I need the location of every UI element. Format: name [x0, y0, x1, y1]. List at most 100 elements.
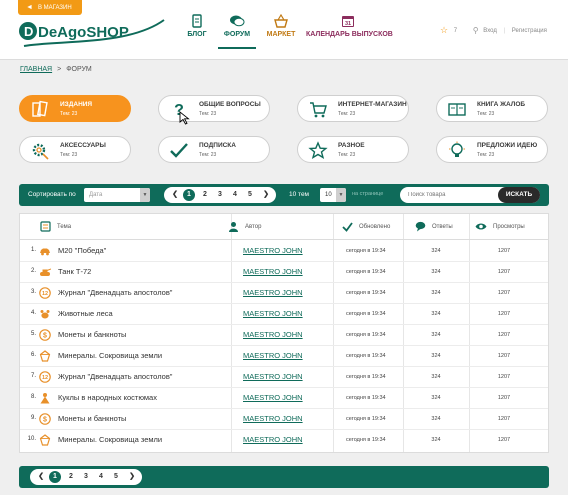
topic-title[interactable]: Монеты и банкноты [58, 414, 126, 423]
page-5[interactable]: 5 [109, 469, 123, 485]
updated-time: сегодня в 19:34 [346, 269, 386, 275]
page-3[interactable]: 3 [79, 469, 93, 485]
table-row[interactable]: 4. Животные леса MAESTRO JOHN сегодня в … [20, 304, 548, 325]
nav-blog[interactable]: БЛОГ [186, 14, 208, 38]
table-row[interactable]: 3. 12 Журнал "Двенадцать апостолов" MAES… [20, 283, 548, 304]
table-row[interactable]: 5. $ Монеты и банкноты MAESTRO JOHN сего… [20, 325, 548, 346]
answers-count: 324 [431, 290, 441, 296]
answers-count: 324 [431, 353, 441, 359]
views-count: 1207 [497, 311, 511, 317]
to-store-link[interactable]: ◄ В МАГАЗИН [18, 0, 82, 15]
category-card-general-questions[interactable]: ? ОБЩИЕ ВОПРОСЫ Тем: 23 [158, 95, 270, 125]
page-4[interactable]: 4 [94, 469, 108, 485]
register-link[interactable]: Регистрация [512, 28, 547, 34]
category-card-subscription[interactable]: ПОДПИСКА Тем: 23 [158, 136, 270, 163]
answers-count: 324 [431, 374, 441, 380]
category-card-online-store[interactable]: ИНТЕРНЕТ-МАГАЗИН Тем: 23 [297, 95, 409, 122]
topic-title[interactable]: Минералы. Сокровища земли [58, 435, 162, 444]
column-header-topic[interactable]: Тема [38, 214, 218, 240]
bottom-pagination: ❮ 1 2 3 4 5 ❯ [30, 469, 142, 485]
page-3[interactable]: 3 [213, 187, 227, 203]
author-link[interactable]: MAESTRO JOHN [243, 288, 303, 297]
page-1[interactable]: 1 [49, 471, 61, 483]
next-page-icon[interactable]: ❯ [259, 187, 273, 203]
sort-select[interactable]: Дата ▼ [84, 188, 150, 202]
author-link[interactable]: MAESTRO JOHN [243, 435, 303, 444]
page-4[interactable]: 4 [228, 187, 242, 203]
author-link[interactable]: MAESTRO JOHN [243, 246, 303, 255]
twelve-badge-icon: 12 [39, 371, 51, 383]
table-row[interactable]: 7. 12 Журнал "Двенадцать апостолов" MAES… [20, 367, 548, 388]
topic-title[interactable]: Журнал "Двенадцать апостолов" [58, 288, 172, 297]
favorites-star-icon[interactable]: ☆ [440, 25, 448, 36]
basket-icon [274, 14, 288, 28]
top-pagination: ❮ 1 2 3 4 5 ❯ [164, 187, 276, 203]
topic-title[interactable]: Монеты и банкноты [58, 330, 126, 339]
table-row[interactable]: 10. Минералы. Сокровища земли MAESTRO JO… [20, 430, 548, 451]
next-page-icon[interactable]: ❯ [125, 469, 139, 485]
category-card-suggest-idea[interactable]: ПРЕДЛОЖИ ИДЕЮ Тем: 23 [436, 136, 548, 163]
author-link[interactable]: MAESTRO JOHN [243, 351, 303, 360]
answers-count: 324 [431, 332, 441, 338]
user-icon: ⚲ [472, 26, 479, 35]
mineral-icon [39, 350, 51, 362]
topic-title[interactable]: М20 "Победа" [58, 246, 106, 255]
prev-page-icon[interactable]: ❮ [34, 469, 48, 485]
topic-title[interactable]: Танк Т-72 [58, 267, 91, 276]
category-card-complaints-book[interactable]: КНИГА ЖАЛОБ Тем: 23 [436, 95, 548, 122]
forum-toolbar: Сортировать по Дата ▼ ❮ 1 2 3 4 5 ❯ 10 т… [19, 184, 549, 206]
views-count: 1207 [497, 374, 511, 380]
nav-market[interactable]: МАРКЕТ [266, 14, 296, 38]
author-link[interactable]: MAESTRO JOHN [243, 372, 303, 381]
column-header-answers[interactable]: Ответы [413, 214, 469, 240]
nav-forum[interactable]: ФОРУМ [218, 14, 256, 49]
column-header-author[interactable]: Автор [226, 214, 326, 240]
table-row[interactable]: 6. Минералы. Сокровища земли MAESTRO JOH… [20, 346, 548, 367]
updated-time: сегодня в 19:34 [346, 374, 386, 380]
updated-time: сегодня в 19:34 [346, 290, 386, 296]
table-row[interactable]: 2. Танк Т-72 MAESTRO JOHN сегодня в 19:3… [20, 262, 548, 283]
table-row[interactable]: 8. Куклы в народных костюмах MAESTRO JOH… [20, 388, 548, 409]
logo[interactable]: D DeAgoSHOP [18, 16, 168, 48]
page-1[interactable]: 1 [183, 189, 195, 201]
prev-page-icon[interactable]: ❮ [168, 187, 182, 203]
chevron-down-icon: ▼ [140, 188, 150, 202]
document-icon [192, 14, 202, 28]
updated-time: сегодня в 19:34 [346, 332, 386, 338]
page-5[interactable]: 5 [243, 187, 257, 203]
table-row[interactable]: 9. $ Монеты и банкноты MAESTRO JOHN сего… [20, 409, 548, 430]
lightbulb-icon [449, 141, 465, 157]
category-card-misc[interactable]: РАЗНОЕ Тем: 23 [297, 136, 409, 163]
topic-icon [40, 221, 51, 232]
page-2[interactable]: 2 [198, 187, 212, 203]
author-link[interactable]: MAESTRO JOHN [243, 309, 303, 318]
author-link[interactable]: MAESTRO JOHN [243, 414, 303, 423]
breadcrumb-home[interactable]: ГЛАВНАЯ [20, 66, 52, 73]
author-link[interactable]: MAESTRO JOHN [243, 330, 303, 339]
topic-title[interactable]: Животные леса [58, 309, 113, 318]
speech-bubble-icon [415, 221, 426, 232]
column-header-views[interactable]: Просмотры [473, 214, 545, 240]
views-count: 1207 [497, 290, 511, 296]
search-input[interactable] [408, 189, 488, 201]
table-row[interactable]: 1. М20 "Победа" MAESTRO JOHN сегодня в 1… [20, 241, 548, 262]
category-card-izdaniya[interactable]: ИЗДАНИЯ Тем: 23 [19, 95, 131, 122]
views-count: 1207 [497, 248, 511, 254]
author-link[interactable]: MAESTRO JOHN [243, 267, 303, 276]
column-header-updated[interactable]: Обновлено [340, 214, 402, 240]
per-page-select[interactable]: 10 ▼ [320, 188, 346, 202]
cart-icon [310, 102, 327, 118]
table-header: Тема Автор Обновлено Ответы Просмотры [20, 214, 548, 240]
topic-title[interactable]: Журнал "Двенадцать апостолов" [58, 372, 172, 381]
page-2[interactable]: 2 [64, 469, 78, 485]
car-icon [40, 248, 50, 256]
search-button[interactable]: ИСКАТЬ [498, 187, 540, 203]
nav-calendar[interactable]: 31 КАЛЕНДАРЬ ВЫПУСКОВ [306, 14, 393, 38]
topic-title[interactable]: Минералы. Сокровища земли [58, 351, 162, 360]
site-header: ◄ В МАГАЗИН D DeAgoSHOP БЛОГ ФОРУМ МАРКЕ… [0, 0, 568, 60]
author-link[interactable]: MAESTRO JOHN [243, 393, 303, 402]
topic-title[interactable]: Куклы в народных костюмах [58, 393, 157, 402]
login-link[interactable]: Вход [483, 28, 497, 34]
category-card-accessories[interactable]: АКСЕССУАРЫ Тем: 23 [19, 136, 131, 163]
coin-icon: $ [39, 329, 51, 341]
